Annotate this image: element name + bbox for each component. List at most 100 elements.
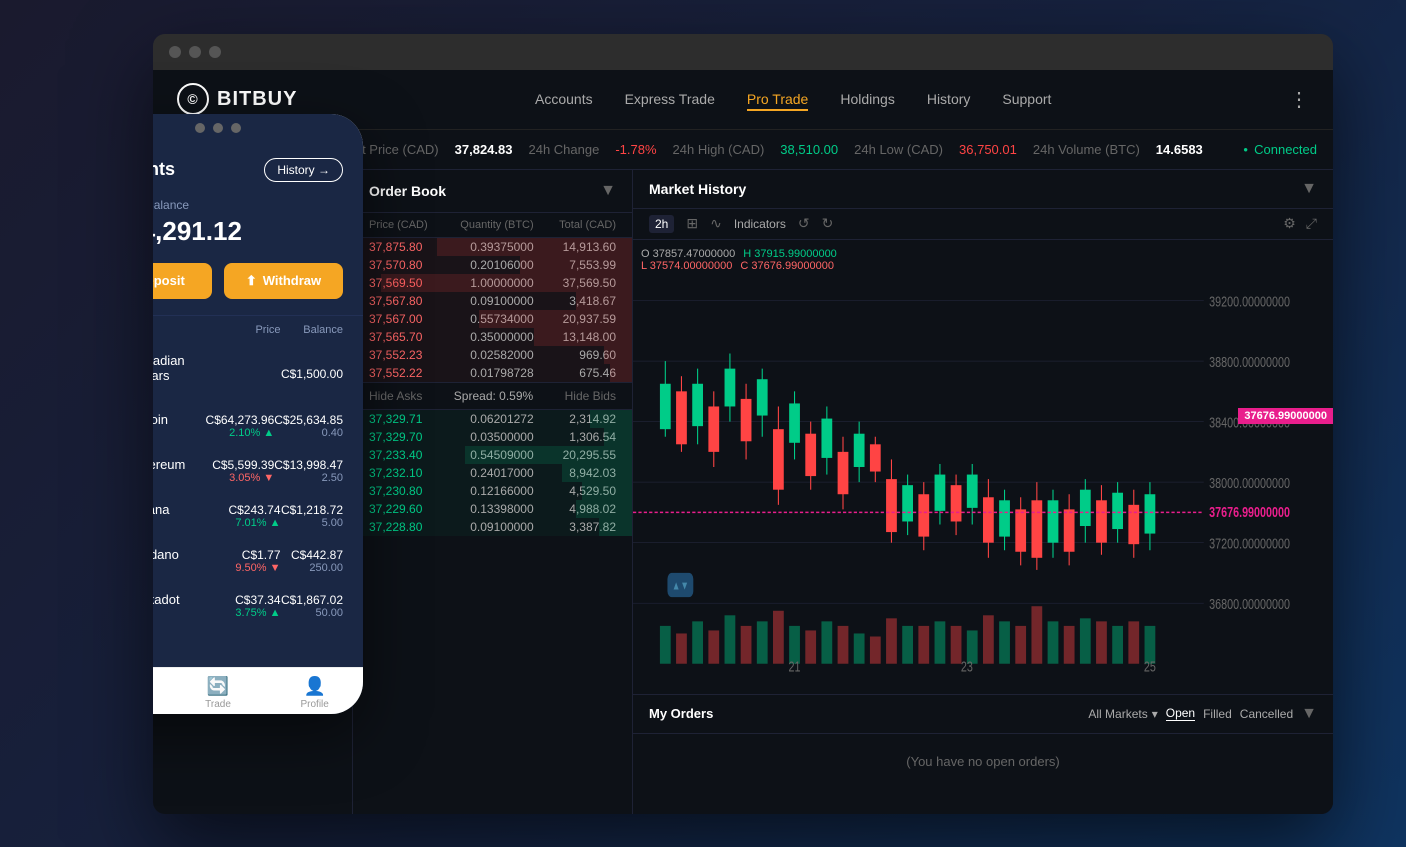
browser-dot-red: [169, 46, 181, 58]
btc-price-col: C$64,273.96 2.10% ▲: [206, 413, 275, 439]
ask-row[interactable]: 37,570.80 0.20106000 7,553.99: [353, 256, 632, 274]
cad-info: Canadian Dollars CAD: [153, 353, 218, 395]
bid-row[interactable]: 37,232.10 0.24017000 8,942.03: [353, 464, 632, 482]
nav-pro-trade[interactable]: Pro Trade: [747, 87, 808, 111]
my-orders-title: My Orders: [649, 706, 713, 721]
ask-row[interactable]: 37,875.80 0.39375000 14,913.60: [353, 238, 632, 256]
mobile-nav-trade[interactable]: 🔄 Trade: [170, 676, 267, 710]
chart-panel: Market History ▼ 2h ⊞ ∿ Indicators ↺ ↻ ⚙…: [633, 170, 1333, 814]
nav-links: Accounts Express Trade Pro Trade Holding…: [337, 87, 1249, 111]
mobile-nav-profile[interactable]: 👤 Profile: [266, 676, 363, 710]
bid-row[interactable]: 37,329.71 0.06201272 2,314.92: [353, 410, 632, 428]
timeframe-2h[interactable]: 2h: [649, 215, 674, 233]
ask-row[interactable]: 37,567.80 0.09100000 3,418.67: [353, 292, 632, 310]
chart-title: Market History: [649, 181, 746, 197]
last-price-value: 37,824.83: [455, 142, 513, 157]
mobile-history-button[interactable]: History →: [264, 158, 343, 182]
filled-tab[interactable]: Filled: [1203, 707, 1232, 721]
ada-price-col: C$1.77 9.50% ▼: [218, 548, 281, 574]
deposit-button[interactable]: ⬇ Deposit: [153, 263, 212, 299]
total-est-label: Total Est. Balance: [153, 198, 343, 212]
asset-row-eth[interactable]: Ξ Ethereum ETH C$5,599.39 3.05% ▼ C$13,9…: [153, 448, 363, 493]
mobile-app-header: Accounts History →: [153, 142, 363, 190]
dot-symbol: DOT: [153, 607, 180, 619]
sol-info: Solana SOL: [153, 502, 169, 529]
nav-express-trade[interactable]: Express Trade: [625, 87, 715, 111]
nav-accounts[interactable]: Accounts: [535, 87, 593, 111]
sol-symbol: SOL: [153, 517, 169, 529]
chart-type-icon[interactable]: ⊞: [686, 215, 698, 232]
ohlc-l: L 37574.00000000: [641, 260, 732, 272]
y-label-6: 36800.00000000: [1209, 595, 1290, 612]
my-orders-chevron[interactable]: ▼: [1301, 705, 1317, 723]
eth-balance: C$13,998.47 2.50: [274, 458, 343, 484]
bid-row[interactable]: 37,230.80 0.12166000 4,529.50: [353, 482, 632, 500]
candle-group: [660, 353, 1155, 569]
asset-row-sol[interactable]: ◎ Solana SOL C$243.74 7.01% ▲ C$1,218.72…: [153, 493, 363, 538]
sol-name-section: ◎ Solana SOL: [153, 502, 218, 530]
hide-asks-link[interactable]: Hide Asks: [369, 389, 422, 403]
order-book-asks: 37,875.80 0.39375000 14,913.60 37,570.80…: [353, 238, 632, 814]
withdraw-icon: ⬆: [246, 273, 257, 289]
bid-row[interactable]: 37,233.40 0.54509000 20,295.55: [353, 446, 632, 464]
hide-bids-link[interactable]: Hide Bids: [565, 389, 616, 403]
bid-row[interactable]: 37,229.60 0.13398000 4,988.02: [353, 500, 632, 518]
candlestick-chart: ▲▼ 39200.00000000 38800.00000000 38400.0…: [633, 240, 1333, 694]
all-markets-dropdown[interactable]: All Markets ▾: [1088, 707, 1157, 721]
eth-info: Ethereum ETH: [153, 457, 185, 484]
mobile-action-buttons: ⬇ Deposit ⬆ Withdraw: [153, 263, 343, 299]
col-balance: Balance: [281, 324, 344, 336]
chart-chevron[interactable]: ▼: [1301, 180, 1317, 198]
order-book-cols: Price (CAD) Quantity (BTC) Total (CAD): [353, 213, 632, 238]
high-label: 24h High (CAD): [673, 142, 765, 157]
mobile-bottom-nav: 🏠 Accounts 🔄 Trade 👤 Profile: [153, 667, 363, 714]
nav-holdings[interactable]: Holdings: [840, 87, 894, 111]
total-balance: C$74,291.12: [153, 216, 343, 247]
nav-more-icon[interactable]: ⋮: [1289, 87, 1309, 112]
x-label-25: 25: [1144, 657, 1156, 674]
ask-row[interactable]: 37,552.22 0.01798728 675.46: [353, 364, 632, 382]
mobile-overlay: Accounts History → Total Est. Balance C$…: [153, 114, 363, 714]
bid-row[interactable]: 37,228.80 0.09100000 3,387.82: [353, 518, 632, 536]
line-icon[interactable]: ∿: [710, 215, 722, 232]
asset-row-ada[interactable]: ₳ Cardano ADA C$1.77 9.50% ▼ C$442.87 25…: [153, 538, 363, 583]
undo-icon[interactable]: ↺: [798, 215, 810, 232]
bid-row[interactable]: 37,329.70 0.03500000 1,306.54: [353, 428, 632, 446]
trade-nav-label: Trade: [205, 699, 231, 710]
settings-icon[interactable]: ⚙: [1283, 215, 1296, 232]
ask-row[interactable]: 37,569.50 1.00000000 37,569.50: [353, 274, 632, 292]
ohlc-o: O 37857.47000000: [641, 248, 735, 260]
y-label-1: 39200.00000000: [1209, 292, 1290, 309]
cad-balance: C$1,500.00: [281, 367, 344, 381]
btc-name-section: ₿ Bitcoin BTC: [153, 412, 206, 440]
order-book-chevron[interactable]: ▼: [600, 182, 616, 200]
dot-balance: C$1,867.02 50.00: [281, 593, 344, 619]
logo: © BITBUY: [177, 83, 297, 115]
mobile-nav-accounts[interactable]: 🏠 Accounts: [153, 676, 170, 710]
dot-info: Polkadot DOT: [153, 592, 180, 619]
redo-icon[interactable]: ↻: [822, 215, 834, 232]
cancelled-tab[interactable]: Cancelled: [1240, 707, 1293, 721]
low-value: 36,750.01: [959, 142, 1017, 157]
asset-row-cad[interactable]: C$ Canadian Dollars CAD C$1,500.00: [153, 344, 363, 403]
fullscreen-icon[interactable]: ⤢: [1306, 215, 1317, 232]
eth-name-section: Ξ Ethereum ETH: [153, 457, 212, 485]
ask-row[interactable]: 37,565.70 0.35000000 13,148.00: [353, 328, 632, 346]
ask-row[interactable]: 37,567.00 0.55734000 20,937.59: [353, 310, 632, 328]
withdraw-button[interactable]: ⬆ Withdraw: [224, 263, 343, 299]
high-value: 38,510.00: [780, 142, 838, 157]
my-orders-header: My Orders All Markets ▾ Open Filled Canc…: [633, 695, 1333, 734]
nav-history[interactable]: History: [927, 87, 971, 111]
logo-text: BITBUY: [217, 88, 297, 111]
order-book-panel: Order Book ▼ Price (CAD) Quantity (BTC) …: [353, 170, 633, 814]
ask-row[interactable]: 37,552.23 0.02582000 969.60: [353, 346, 632, 364]
open-tab[interactable]: Open: [1166, 706, 1195, 721]
indicators-btn[interactable]: Indicators: [734, 217, 786, 231]
ohlc-h: H 37915.99000000: [743, 248, 837, 260]
volume-value: 14.6583: [1156, 142, 1203, 157]
low-label: 24h Low (CAD): [854, 142, 943, 157]
ohlc-c: C 37676.99000000: [740, 260, 834, 272]
asset-row-btc[interactable]: ₿ Bitcoin BTC C$64,273.96 2.10% ▲ C$25,6…: [153, 403, 363, 448]
nav-support[interactable]: Support: [1002, 87, 1051, 111]
asset-row-dot[interactable]: ● Polkadot DOT C$37.34 3.75% ▲ C$1,867.0…: [153, 583, 363, 628]
